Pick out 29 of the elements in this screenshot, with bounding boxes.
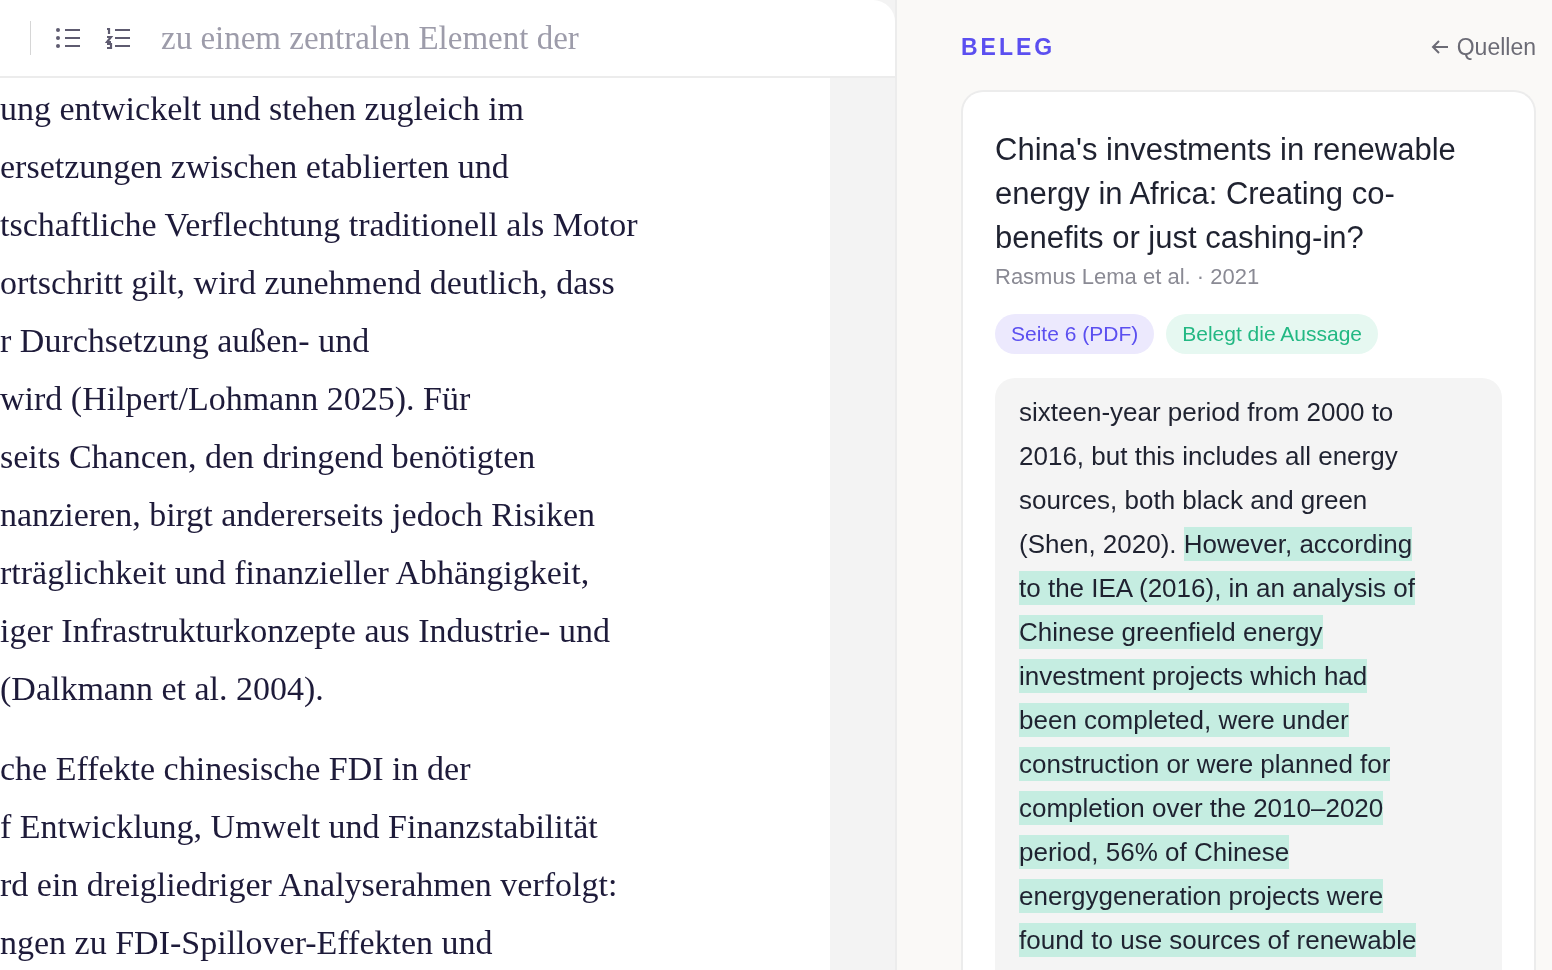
numbered-list-icon[interactable] — [105, 26, 131, 50]
document-text-line: f Entwicklung, Umwelt und Finanzstabilität — [0, 807, 598, 847]
document-text-line: (Dalkmann et al. 2004). — [0, 669, 324, 709]
bullet-list-icon[interactable] — [55, 26, 81, 50]
document-text-line: ersetzungen zwischen etablierten und — [0, 147, 509, 187]
document-text-line: nanzieren, birgt andererseits jedoch Risiken — [0, 495, 596, 535]
faded-text-line: zu einem zentralen Element der — [161, 19, 579, 57]
document-text-line: ngen zu FDI-Spillover-Effekten und — [0, 923, 493, 963]
status-tag: Belegt die Aussage — [1166, 314, 1378, 354]
excerpt-line: sources, both black and green — [1019, 484, 1368, 517]
document-text-line: rträglichkeit und finanzieller Abhängigkeit, — [0, 553, 590, 593]
document-text-line: wird (Hilpert/Lohmann 2025). Für — [0, 379, 471, 419]
document-text-line: ortschritt gilt, wird zunehmend deutlich, dass — [0, 263, 615, 303]
page-tag: Seite 6 (PDF) — [995, 314, 1155, 354]
document-text-line: ung entwickelt und stehen zugleich im — [0, 89, 525, 129]
panel-heading: BELEG — [961, 33, 1056, 61]
source-meta: Rasmus Lema et al. · 2021 — [995, 264, 1261, 290]
document-text-line: rd ein dreigliedriger Analyserahmen verfolgt: — [0, 865, 618, 905]
excerpt-line: (Shen, 2020). However, according — [1019, 526, 1413, 563]
document-text-line: che Effekte chinesische FDI in der — [0, 749, 471, 789]
excerpt-line: 2016, but this includes all energy — [1019, 440, 1398, 473]
back-link[interactable]: Quellen — [1430, 33, 1536, 61]
document-text-line: seits Chancen, den dringend benötigten — [0, 437, 536, 477]
arrow-left-icon — [1430, 39, 1449, 55]
document-text-line: iger Infrastrukturkonzepte aus Industrie- und — [0, 611, 610, 651]
document-text-line: tschaftliche Verflechtung traditionell als Motor — [0, 205, 638, 245]
excerpt-line: sixteen-year period from 2000 to — [1019, 396, 1394, 429]
document-text-line: r Durchsetzung außen- und — [0, 321, 370, 361]
source-title: China's investments in renewable energy in Africa: Creating co-benefits or just cashing-in? — [995, 131, 1457, 257]
